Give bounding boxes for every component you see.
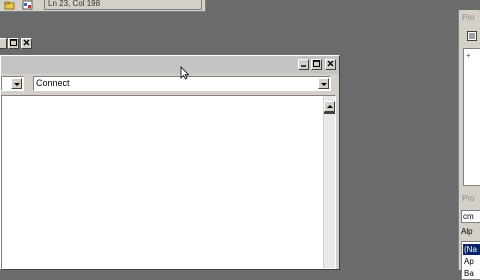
code-window-maximize-button[interactable] [311,59,322,70]
code-window-minimize-button[interactable] [298,59,309,70]
tree-expand-toggle[interactable]: + [466,51,471,60]
scroll-thumb[interactable] [324,112,335,114]
properties-panel: Pro + Pro cm Alp (Na Ap Ba [458,10,480,280]
top-toolbar: Ln 23, Col 198 [0,0,206,12]
code-window: Connect [0,55,340,270]
code-window-close-button[interactable] [325,59,336,70]
background-window-minimize-button[interactable] [0,38,7,49]
cursor-position-status: Ln 23, Col 198 [44,0,202,10]
property-row[interactable]: (Na [463,244,480,255]
background-window-close-button[interactable] [21,38,32,49]
background-window-maximize-button[interactable] [8,38,19,49]
property-grid[interactable]: (Na Ap Ba [461,241,480,280]
object-selector[interactable]: cm [461,210,480,223]
close-icon [327,60,334,67]
mouse-cursor-icon [180,66,190,80]
folder-icon[interactable] [4,0,15,10]
maximize-icon [313,60,320,67]
chevron-down-icon[interactable] [11,78,22,89]
scroll-up-button[interactable] [324,101,335,112]
minimize-icon [301,65,306,67]
object-dropdown[interactable] [1,76,24,91]
close-icon [23,39,30,46]
procedure-dropdown-value: Connect [36,78,70,88]
chevron-down-icon[interactable] [318,78,329,89]
project-panel-title: Pro [462,13,475,22]
project-tree[interactable]: + [463,48,480,186]
object-browser-icon[interactable] [22,0,33,10]
properties-panel-title: Pro [462,194,475,203]
property-row[interactable]: Ap [463,256,480,267]
vertical-scrollbar[interactable] [323,96,335,268]
code-window-titlebar[interactable] [1,56,339,74]
tab-alphabetic[interactable]: Alp [461,227,473,236]
code-editor[interactable] [1,95,336,269]
maximize-icon [10,39,17,46]
view-code-icon[interactable] [467,31,477,41]
